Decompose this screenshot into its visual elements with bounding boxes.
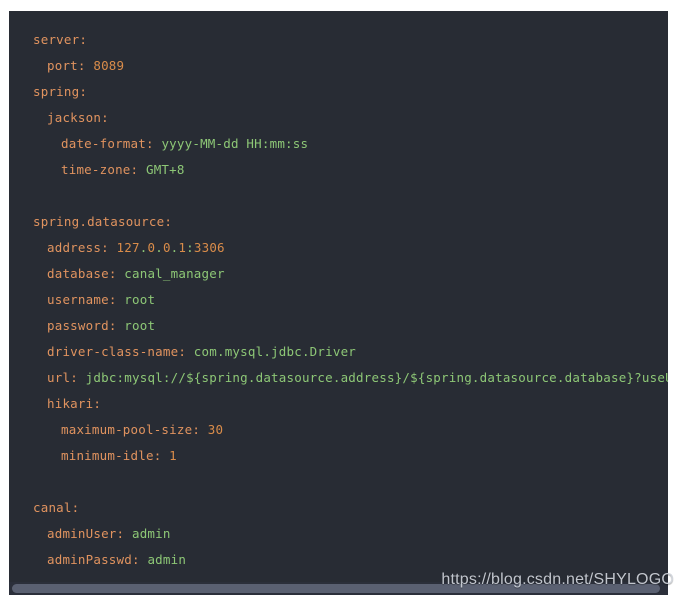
code-line: spring: [9, 79, 668, 105]
code-token-str: admin [147, 552, 187, 567]
code-token-key: url [47, 370, 71, 385]
code-token-punct: : [101, 110, 109, 125]
code-token-key: address [47, 240, 102, 255]
code-line: time-zone: GMT+8 [9, 157, 668, 183]
code-token-punct: : [108, 266, 125, 281]
code-viewer[interactable]: server: port: 8089 spring: jackson: date-for… [9, 11, 668, 595]
code-token-str: root [124, 318, 156, 333]
code-token-punct: : [101, 240, 117, 255]
code-token-str: jdbc:mysql://${spring.datasource.address… [85, 370, 668, 385]
code-token-key: adminPasswd [47, 552, 132, 567]
code-token-punct: : [145, 136, 162, 151]
code-line: driver-class-name: com.mysql.jdbc.Driver [9, 339, 668, 365]
code-line: username: root [9, 287, 668, 313]
code-token-key: database [47, 266, 109, 281]
code-token-punct: : [108, 292, 125, 307]
code-token-key: spring [33, 84, 80, 99]
horizontal-scrollbar[interactable] [9, 582, 668, 595]
code-line: date-format: yyyy-MM-dd HH:mm:ss [9, 131, 668, 157]
code-token-num: 1 [169, 448, 177, 463]
code-token-key: password [47, 318, 109, 333]
code-token-num: 127 [116, 240, 140, 255]
code-line: server: [9, 27, 668, 53]
code-token-key: hikari [47, 396, 94, 411]
code-token-key: server [33, 32, 80, 47]
code-token-key: date-format [61, 136, 146, 151]
code-token-key: adminUser [47, 526, 117, 541]
horizontal-scrollbar-thumb[interactable] [12, 584, 660, 593]
code-token-key: driver-class-name [47, 344, 179, 359]
code-line: spring.datasource: [9, 209, 668, 235]
code-token-str: : [186, 240, 194, 255]
code-token-punct: : [77, 58, 94, 73]
code-line: adminPasswd: admin [9, 547, 668, 573]
code-line: minimum-idle: 1 [9, 443, 668, 469]
code-token-punct: : [70, 370, 86, 385]
code-token-punct: : [192, 422, 208, 437]
code-token-punct: : [116, 526, 132, 541]
code-token-str: yyyy-MM-dd HH:mm:ss [161, 136, 309, 151]
code-token-punct: : [130, 162, 146, 177]
code-token-key: canal [33, 500, 72, 515]
code-token-str: com.mysql.jdbc.Driver [193, 344, 357, 359]
code-line: maximum-pool-size: 30 [9, 417, 668, 443]
code-token-str: . [155, 240, 163, 255]
code-content-area[interactable]: server: port: 8089 spring: jackson: date-for… [9, 11, 668, 582]
code-token-num: 8089 [93, 58, 125, 73]
code-token-str: GMT+8 [145, 162, 185, 177]
code-line: canal: [9, 495, 668, 521]
code-line: jackson: [9, 105, 668, 131]
code-token-key: jackson [47, 110, 102, 125]
code-token-punct: : [108, 318, 125, 333]
code-line: password: root [9, 313, 668, 339]
code-token-str: admin [131, 526, 171, 541]
code-token-punct: : [153, 448, 170, 463]
code-line: adminUser: admin [9, 521, 668, 547]
code-token-punct: : [71, 500, 80, 515]
code-token-str: root [124, 292, 156, 307]
code-token-num: 1 [178, 240, 187, 255]
code-token-punct: : [93, 396, 102, 411]
code-line: port: 8089 [9, 53, 668, 79]
code-line: database: canal_manager [9, 261, 668, 287]
code-token-key: username [47, 292, 109, 307]
code-line: address: 127.0.0.1:3306 [9, 235, 668, 261]
code-token-num: 30 [207, 422, 224, 437]
code-token-punct: : [79, 84, 88, 99]
code-token-punct: : [178, 344, 194, 359]
code-token-key: minimum-idle [61, 448, 154, 463]
code-token-str: canal_manager [124, 266, 225, 281]
code-token-key: time-zone [61, 162, 131, 177]
code-token-punct: : [79, 32, 88, 47]
code-token-punct: : [164, 214, 173, 229]
code-token-num: 3306 [193, 240, 225, 255]
code-token-key: maximum-pool-size [61, 422, 193, 437]
code-token-key: port [47, 58, 78, 73]
code-token-num: 0 [162, 240, 171, 255]
code-line: hikari: [9, 391, 668, 417]
code-token-punct: : [131, 552, 148, 567]
code-line: url: jdbc:mysql://${spring.datasource.ad… [9, 365, 668, 391]
code-token-key: spring.datasource [33, 214, 165, 229]
